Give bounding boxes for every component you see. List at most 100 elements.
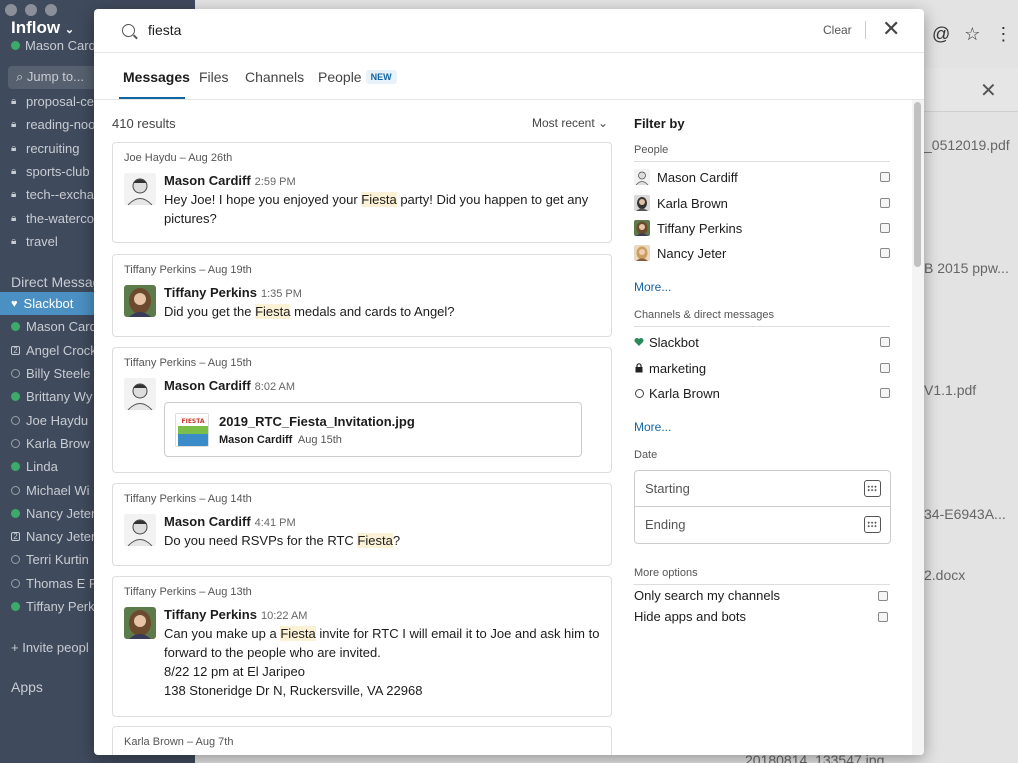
tab-people[interactable]: People NEW xyxy=(318,69,397,85)
checkbox[interactable] xyxy=(880,248,890,258)
scrollbar[interactable] xyxy=(912,100,924,755)
presence-online-icon xyxy=(11,392,20,402)
file-uploader: Mason Cardiff xyxy=(219,434,293,446)
file-name[interactable]: 2019_RTC_Fiesta_Invitation.jpg xyxy=(219,414,415,429)
checkbox[interactable] xyxy=(880,172,890,182)
people-filter-header: People xyxy=(634,144,890,162)
message-author[interactable]: Tiffany Perkins 10:22 AM xyxy=(164,607,307,622)
result-meta: Tiffany Perkins – Aug 14th xyxy=(124,493,252,505)
date-start-input[interactable]: Starting xyxy=(634,470,891,507)
tab-channels[interactable]: Channels xyxy=(245,69,304,85)
sidebar-channel-label: sports-club xyxy=(26,164,90,180)
search-highlight: Fiesta xyxy=(255,304,291,319)
more-channels-link[interactable]: More... xyxy=(634,420,671,434)
lock-icon: 🔒︎ xyxy=(11,235,17,247)
sort-dropdown[interactable]: Most recent ⌄ xyxy=(532,116,608,130)
message-author[interactable]: Mason Cardiff 8:02 AM xyxy=(164,378,295,393)
message-result[interactable]: Tiffany Perkins – Aug 19th Tiffany Perki… xyxy=(112,254,612,337)
filter-channel[interactable]: Slackbot xyxy=(634,332,890,352)
close-icon[interactable]: ✕ xyxy=(882,17,900,41)
calendar-icon[interactable] xyxy=(864,516,881,533)
checkbox[interactable] xyxy=(878,591,888,601)
message-result[interactable]: Karla Brown – Aug 7th xyxy=(112,726,612,755)
clear-button[interactable]: Clear xyxy=(823,23,852,37)
date-start-placeholder: Starting xyxy=(645,481,690,496)
filter-person[interactable]: Mason Cardiff xyxy=(634,167,890,187)
file-result[interactable]: Tiffany Perkins – Aug 15th Mason Cardiff… xyxy=(112,347,612,473)
message-result[interactable]: Joe Haydu – Aug 26th Mason Cardiff 2:59 P… xyxy=(112,142,612,243)
sidebar-dm-label: Karla Brow xyxy=(26,435,90,451)
scroll-thumb[interactable] xyxy=(914,102,921,267)
invite-people-button[interactable]: + Invite peopl xyxy=(11,640,89,655)
file-attachment[interactable]: FIESTA 2019_RTC_Fiesta_Invitation.jpg Ma… xyxy=(164,402,582,457)
window-zoom-dot[interactable] xyxy=(45,4,57,16)
option-only-my-channels[interactable]: Only search my channels xyxy=(634,588,888,603)
avatar xyxy=(634,220,650,236)
window-minimize-dot[interactable] xyxy=(25,4,37,16)
shared-file[interactable]: V1.1.pdf xyxy=(924,382,976,398)
shared-file[interactable]: 34-E6943A... xyxy=(924,506,1006,522)
filter-person[interactable]: Nancy Jeter xyxy=(634,243,890,263)
filter-channel[interactable]: Karla Brown xyxy=(634,383,890,403)
details-close-icon[interactable]: ✕ xyxy=(980,78,997,103)
message-result[interactable]: Tiffany Perkins – Aug 13th Tiffany Perki… xyxy=(112,576,612,717)
checkbox[interactable] xyxy=(880,388,890,398)
message-text: Hey Joe! I hope you enjoyed your Fiesta … xyxy=(164,190,604,228)
checkbox[interactable] xyxy=(880,198,890,208)
filter-person[interactable]: Tiffany Perkins xyxy=(634,218,890,238)
more-vertical-icon[interactable]: ⋮ xyxy=(994,24,1012,45)
chevron-down-icon: ⌄ xyxy=(64,24,75,36)
result-count: 410 results xyxy=(112,116,176,131)
apps-header[interactable]: Apps xyxy=(11,679,43,695)
jump-to-label: Jump to... xyxy=(26,69,84,84)
invite-people-label: Invite peopl xyxy=(22,640,89,655)
lock-icon: 🔒︎ xyxy=(11,166,17,178)
filter-person[interactable]: Karla Brown xyxy=(634,193,890,213)
mentions-icon[interactable]: @ xyxy=(932,24,950,45)
message-result[interactable]: Tiffany Perkins – Aug 14th Mason Cardiff… xyxy=(112,483,612,566)
shared-file[interactable]: B 2015 ppw... xyxy=(924,260,1009,276)
result-meta: Tiffany Perkins – Aug 15th xyxy=(124,357,252,369)
message-author[interactable]: Mason Cardiff 4:41 PM xyxy=(164,514,296,529)
shared-file[interactable]: _0512019.pdf xyxy=(924,137,1010,153)
message-author[interactable]: Mason Cardiff 2:59 PM xyxy=(164,173,296,188)
direct-messages-header[interactable]: Direct Messag xyxy=(11,274,100,290)
calendar-icon[interactable] xyxy=(864,480,881,497)
option-label: Only search my channels xyxy=(634,588,780,603)
presence-away-icon xyxy=(11,438,20,448)
tab-messages[interactable]: Messages xyxy=(123,69,190,85)
presence-away-icon xyxy=(11,485,20,495)
star-icon[interactable]: ☆ xyxy=(964,24,980,45)
presence-away-icon xyxy=(11,415,20,425)
presence-away-icon xyxy=(11,555,20,565)
filter-person-label: Nancy Jeter xyxy=(657,245,727,261)
date-end-input[interactable]: Ending xyxy=(634,507,891,544)
workspace-name[interactable]: Inflow ⌄ xyxy=(11,18,74,38)
more-people-link[interactable]: More... xyxy=(634,280,671,294)
sidebar-dm-label: Terri Kurtin xyxy=(26,552,89,568)
filter-panel: Filter by People Mason Cardiff Karla Bro… xyxy=(634,100,904,755)
window-controls xyxy=(5,4,57,16)
message-text: Do you need RSVPs for the RTC Fiesta? xyxy=(164,531,604,550)
avatar xyxy=(124,173,156,205)
sidebar-dm-label: Billy Steele xyxy=(26,366,91,382)
workspace-label: Inflow xyxy=(11,18,61,37)
result-meta: Karla Brown – Aug 7th xyxy=(124,736,234,748)
filter-channel[interactable]: marketing xyxy=(634,358,890,378)
checkbox[interactable] xyxy=(878,612,888,622)
message-author[interactable]: Tiffany Perkins 1:35 PM xyxy=(164,285,302,300)
checkbox[interactable] xyxy=(880,363,890,373)
shared-file[interactable]: 2.docx xyxy=(924,567,965,583)
window-close-dot[interactable] xyxy=(5,4,17,16)
message-text: Did you get the Fiesta medals and cards … xyxy=(164,302,604,321)
checkbox[interactable] xyxy=(880,337,890,347)
sidebar-dm-label: Brittany Wy xyxy=(26,389,93,405)
tab-files[interactable]: Files xyxy=(199,69,229,85)
search-input[interactable] xyxy=(148,19,788,41)
sidebar-channel-label: travel xyxy=(26,233,58,249)
checkbox[interactable] xyxy=(880,223,890,233)
message-time: 8:02 AM xyxy=(254,381,296,393)
filter-channel-label: Slackbot xyxy=(649,334,699,350)
option-hide-apps-bots[interactable]: Hide apps and bots xyxy=(634,609,888,624)
heart-icon xyxy=(634,334,644,350)
